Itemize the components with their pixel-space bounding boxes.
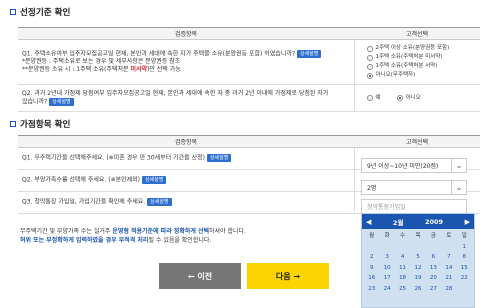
calendar-day[interactable]: 7: [441, 252, 456, 263]
answer-cell: 예 아니오: [353, 84, 480, 112]
calendar-day[interactable]: 10: [379, 263, 394, 274]
calendar-day[interactable]: 12: [410, 263, 425, 274]
weekday-label: 목: [415, 233, 421, 239]
calendar-day: [395, 242, 410, 253]
radio-icon[interactable]: [366, 95, 373, 101]
weekday-label: 월: [369, 233, 375, 239]
question-cell: Q1. 무주택기간을 선택해주세요. (※미혼 경우 만 30세부터 기간을 산…: [18, 147, 354, 170]
calendar-day[interactable]: 4: [395, 252, 410, 263]
radio-icon[interactable]: [366, 63, 373, 70]
calendar-day: [441, 242, 456, 253]
calendar-day[interactable]: 2: [364, 252, 379, 263]
radio-icon[interactable]: [366, 45, 373, 52]
next-button[interactable]: 다음 →: [247, 263, 329, 289]
section-title-score: 가점항목 확인: [10, 118, 70, 130]
calendar-day[interactable]: 21: [441, 273, 456, 284]
calendar-day[interactable]: 13: [426, 263, 441, 274]
radio-option-selected[interactable]: 아니오: [396, 94, 421, 103]
dependents-select[interactable]: 2명 ⌄: [361, 180, 467, 195]
calendar-year: 2009: [424, 217, 444, 226]
radio-selected-icon[interactable]: [396, 95, 403, 101]
question-text: Q1. 주택소유여부 입주자모집공고일 현재, 본인과 세대에 속한 자가 주택…: [22, 50, 296, 58]
radio-option[interactable]: 1주택 소유(주택처분 서약): [366, 62, 477, 71]
question-cell: Q1. 주택소유여부 입주자모집공고일 현재, 본인과 세대에 속한 자가 주택…: [18, 39, 354, 85]
section-title-eligibility: 선정기준 확인: [10, 6, 70, 18]
calendar-day[interactable]: 15: [457, 263, 472, 274]
question-cell: Q2. 부양가족수를 선택해 주세요. (※본인제외) 상세설명: [18, 169, 354, 192]
notice-text: 무주택기간 및 부양가족 수는 실거주 운영형 적용기준에 따라 정확하게 선택…: [20, 228, 246, 244]
calendar-grid: 월 화 수 목 금 토 일 1 2 3 4 5 6 7 8 9 10 11 12 13 14 15 16 17 18 19 20 21…: [362, 229, 474, 294]
detail-button[interactable]: 상세설명: [49, 97, 74, 106]
calendar-day[interactable]: 27: [426, 284, 441, 295]
eligibility-table: 검증항목 고객선택 Q1. 주택소유여부 입주자모집공고일 현재, 본인과 세대…: [18, 27, 480, 112]
calendar-day[interactable]: 18: [395, 273, 410, 284]
section-title-text: 가점항목 확인: [20, 120, 71, 130]
calendar-day[interactable]: 22: [457, 273, 472, 284]
calendar-day[interactable]: 8: [457, 252, 472, 263]
question-note: **분양권등 소유 시 : 1주택 소유(주택처분 미서약)만 선택 가능: [22, 66, 181, 74]
answer-cell: 2주택 이상 소유(분양권등 포함) 1주택 소유(주택처분 미서약) 1주택 …: [353, 39, 480, 85]
calendar-day[interactable]: 25: [395, 284, 410, 295]
section-bullet-icon: [10, 9, 16, 15]
col-header-select: 고객선택: [354, 135, 480, 148]
prev-button[interactable]: ← 이전: [159, 263, 241, 289]
calendar-header: ◀ 2월 2009 ▶: [362, 214, 474, 229]
calendar-month: 2월: [392, 218, 404, 227]
detail-button[interactable]: 상세설명: [206, 154, 232, 163]
subscription-date-input[interactable]: 청약통장가입일: [361, 199, 467, 214]
calendar-day: [410, 242, 425, 253]
calendar-day: [457, 284, 472, 295]
radio-option[interactable]: 예: [366, 94, 381, 103]
col-header-select: 고객선택: [354, 27, 480, 40]
date-picker: ◀ 2월 2009 ▶ 월 화 수 목 금 토 일 1 2 3 4 5 6 7 8 9 10 11 12 13 14 15…: [361, 213, 475, 308]
col-header-item: 검증항목: [18, 27, 354, 40]
question-text: 있습니까?: [22, 98, 48, 106]
section-bullet-icon: [10, 121, 16, 127]
question-cell: Q3. 청약통장 가입일, 가입기간을 확인해 주세요. 상세설명: [18, 191, 354, 214]
weekday-label: 일: [461, 233, 467, 239]
calendar-day: [426, 242, 441, 253]
calendar-day[interactable]: 1: [457, 242, 472, 253]
weekday-label: 수: [400, 233, 406, 239]
calendar-day[interactable]: 23: [364, 284, 379, 295]
calendar-day[interactable]: 11: [395, 263, 410, 274]
detail-button[interactable]: 상세설명: [296, 49, 322, 58]
prev-month-icon[interactable]: ◀: [366, 218, 371, 226]
homeless-period-select[interactable]: 9년 이상~10년 미만(20점) ⌄: [361, 158, 467, 173]
calendar-day: [379, 242, 394, 253]
weekday-label: 금: [430, 233, 436, 239]
calendar-day[interactable]: 14: [441, 263, 456, 274]
radio-option[interactable]: 2주택 이상 소유(분양권등 포함): [366, 44, 477, 53]
calendar-day[interactable]: 3: [379, 252, 394, 263]
detail-button[interactable]: 상세설명: [141, 176, 167, 185]
calendar-day[interactable]: 24: [379, 284, 394, 295]
chevron-down-icon[interactable]: ⌄: [451, 181, 466, 194]
radio-selected-icon[interactable]: [366, 72, 373, 79]
calendar-day[interactable]: 17: [379, 273, 394, 284]
question-cell: Q2. 과거 2년내 가점제 당첨여부 입주자모집공고일 현재, 본인과 세대에…: [18, 84, 354, 112]
calendar-day[interactable]: 20: [426, 273, 441, 284]
calendar-day[interactable]: 26: [410, 284, 425, 295]
calendar-day[interactable]: 9: [364, 263, 379, 274]
section-title-text: 선정기준 확인: [20, 8, 71, 18]
calendar-day[interactable]: 19: [410, 273, 425, 284]
calendar-day[interactable]: 16: [364, 273, 379, 284]
radio-icon[interactable]: [366, 54, 373, 61]
weekday-label: 토: [446, 233, 452, 239]
table-row: Q2. 과거 2년내 가점제 당첨여부 입주자모집공고일 현재, 본인과 세대에…: [18, 84, 480, 112]
col-header-item: 검증항목: [18, 135, 354, 148]
calendar-day[interactable]: 28: [441, 284, 456, 295]
chevron-down-icon[interactable]: ⌄: [451, 159, 466, 172]
radio-option-selected[interactable]: 아니오(무주택자): [366, 71, 477, 80]
question-text: Q2. 과거 2년내 가점제 당첨여부 입주자모집공고일 현재, 본인과 세대에…: [22, 89, 329, 97]
calendar-day: [364, 242, 379, 253]
weekday-label: 화: [384, 233, 390, 239]
table-row: Q1. 주택소유여부 입주자모집공고일 현재, 본인과 세대에 속한 자가 주택…: [18, 39, 480, 85]
calendar-day[interactable]: 6: [426, 252, 441, 263]
detail-button[interactable]: 상세설명: [147, 198, 172, 207]
next-month-icon[interactable]: ▶: [465, 218, 470, 226]
calendar-day[interactable]: 5: [410, 252, 425, 263]
radio-option[interactable]: 1주택 소유(주택처분 미서약): [366, 53, 477, 62]
